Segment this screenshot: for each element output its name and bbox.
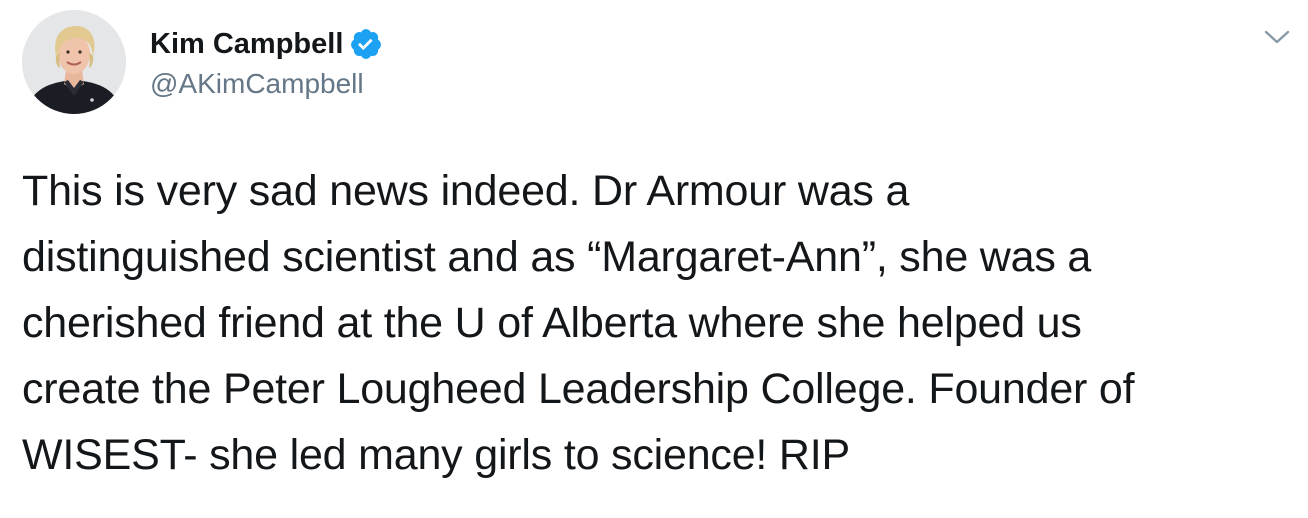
verified-badge-icon xyxy=(349,27,383,61)
author-avatar[interactable] xyxy=(22,10,126,114)
author-block: Kim Campbell @AKimCampbell xyxy=(150,24,383,100)
name-row: Kim Campbell xyxy=(150,24,383,64)
tweet-card: Kim Campbell @AKimCampbell This is very … xyxy=(0,0,1308,518)
tweet-text: This is very sad news indeed. Dr Armour … xyxy=(22,167,1135,479)
author-display-name[interactable]: Kim Campbell xyxy=(150,28,343,61)
author-handle[interactable]: @AKimCampbell xyxy=(150,68,383,100)
avatar-photo-icon xyxy=(22,10,126,114)
chevron-down-icon[interactable] xyxy=(1262,26,1292,48)
